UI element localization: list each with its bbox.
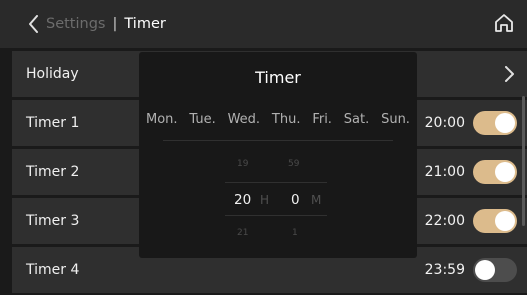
timer-time: 23:59: [424, 262, 465, 278]
hour-prev[interactable]: 19: [237, 159, 248, 169]
timer-time: 20:00: [424, 115, 465, 131]
day-selector: Mon. Tue. Wed. Thu. Fri. Sat. Sun.: [146, 112, 410, 127]
hour-next[interactable]: 21: [237, 228, 248, 238]
toggle-knob: [495, 162, 515, 182]
timer-label: Timer 2: [26, 164, 80, 180]
timer-label: Timer 1: [26, 115, 80, 131]
breadcrumb: Settings | Timer: [46, 16, 166, 32]
timer-time: 21:00: [424, 164, 465, 180]
timer-time: 22:00: [424, 213, 465, 229]
toggle-knob: [475, 260, 495, 280]
day-tue[interactable]: Tue.: [189, 112, 215, 127]
day-wed[interactable]: Wed.: [228, 112, 260, 127]
day-sun[interactable]: Sun.: [381, 112, 410, 127]
home-button[interactable]: [493, 12, 515, 34]
minute-prev[interactable]: 59: [288, 159, 299, 169]
day-mon[interactable]: Mon.: [146, 112, 178, 127]
minute-unit: M: [311, 193, 322, 207]
breadcrumb-separator: |: [112, 16, 118, 32]
holiday-label: Holiday: [26, 66, 79, 82]
breadcrumb-settings[interactable]: Settings: [46, 16, 105, 32]
timer-2-toggle[interactable]: [473, 160, 517, 184]
day-fri[interactable]: Fri.: [312, 112, 332, 127]
divider: [163, 140, 393, 141]
toggle-knob: [495, 113, 515, 133]
scrollbar[interactable]: [522, 96, 525, 226]
timer-1-toggle[interactable]: [473, 111, 517, 135]
chevron-right-icon: [505, 66, 514, 82]
dialog-title: Timer: [255, 68, 301, 87]
timer-3-toggle[interactable]: [473, 209, 517, 233]
timer-dialog: Timer Mon. Tue. Wed. Thu. Fri. Sat. Sun.…: [139, 52, 417, 258]
toggle-knob: [495, 211, 515, 231]
hour-value[interactable]: 20: [234, 192, 251, 208]
picker-line-top: [225, 182, 327, 183]
minute-value[interactable]: 0: [291, 192, 300, 208]
timer-label: Timer 4: [26, 262, 80, 278]
day-sat[interactable]: Sat.: [344, 112, 369, 127]
hour-unit: H: [260, 193, 270, 207]
back-button[interactable]: [26, 14, 42, 34]
page-title: Timer: [124, 16, 166, 32]
top-bar: Settings | Timer: [0, 0, 527, 48]
day-thu[interactable]: Thu.: [272, 112, 301, 127]
minute-next[interactable]: 1: [292, 228, 298, 238]
timer-label: Timer 3: [26, 213, 80, 229]
home-icon: [495, 14, 513, 32]
timer-4-toggle[interactable]: [473, 258, 517, 282]
chevron-left-icon: [29, 15, 38, 33]
picker-line-bottom: [225, 215, 327, 216]
